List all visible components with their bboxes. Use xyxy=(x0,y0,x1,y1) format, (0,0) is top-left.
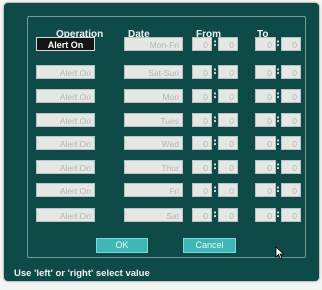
ok-button[interactable]: OK xyxy=(96,238,148,253)
from-hour-field[interactable]: 0 xyxy=(192,208,212,222)
to-minute-field[interactable]: 0 xyxy=(281,183,301,197)
from-minute-field[interactable]: 0 xyxy=(218,160,238,174)
operation-field[interactable]: Alert On xyxy=(36,183,95,197)
from-minute-field[interactable]: 0 xyxy=(218,65,238,79)
to-hour-field[interactable]: 0 xyxy=(255,37,276,51)
schedule-row: Alert On Wed 0 0 0 0:: xyxy=(4,136,322,152)
time-separator: : xyxy=(213,66,217,77)
date-field[interactable]: Wed xyxy=(124,136,183,150)
from-hour-field[interactable]: 0 xyxy=(192,160,212,174)
from-hour-field[interactable]: 0 xyxy=(192,183,212,197)
from-hour-field[interactable]: 0 xyxy=(192,113,212,127)
date-field[interactable]: Thur xyxy=(124,160,183,174)
schedule-row: Alert On Fri 0 0 0 0:: xyxy=(4,183,322,199)
to-hour-field[interactable]: 0 xyxy=(255,208,276,222)
operation-field[interactable]: Alert On xyxy=(36,208,95,222)
schedule-screen: Operation Date From To Alert On Mon-Fri 0 0… xyxy=(4,3,319,281)
operation-field[interactable]: Alert On xyxy=(36,113,95,127)
time-separator: : xyxy=(276,137,280,148)
time-separator: : xyxy=(276,66,280,77)
to-minute-field[interactable]: 0 xyxy=(281,160,301,174)
time-separator: : xyxy=(276,114,280,125)
schedule-row: Alert On Thur 0 0 0 0:: xyxy=(4,160,322,176)
from-hour-field[interactable]: 0 xyxy=(192,136,212,150)
to-hour-field[interactable]: 0 xyxy=(255,136,276,150)
to-hour-field[interactable]: 0 xyxy=(255,160,276,174)
operation-field[interactable]: Alert On xyxy=(36,89,95,103)
schedule-row: Alert On Sat 0 0 0 0:: xyxy=(4,208,322,224)
to-minute-field[interactable]: 0 xyxy=(281,37,301,51)
mouse-pointer-icon xyxy=(275,246,285,260)
from-minute-field[interactable]: 0 xyxy=(218,136,238,150)
time-separator: : xyxy=(276,90,280,101)
date-field[interactable]: Fri xyxy=(124,183,183,197)
date-field[interactable]: Tues xyxy=(124,113,183,127)
cancel-button[interactable]: Cancel xyxy=(183,238,236,253)
schedule-row: Alert On Mon 0 0 0 0:: xyxy=(4,89,322,105)
to-minute-field[interactable]: 0 xyxy=(281,113,301,127)
operation-field[interactable]: Alert On xyxy=(36,37,95,51)
schedule-row: Alert On Sat-Sun 0 0 0 0:: xyxy=(4,65,322,81)
time-separator: : xyxy=(276,209,280,220)
time-separator: : xyxy=(276,184,280,195)
date-field[interactable]: Mon-Fri xyxy=(124,37,183,51)
time-separator: : xyxy=(213,184,217,195)
to-minute-field[interactable]: 0 xyxy=(281,89,301,103)
time-separator: : xyxy=(213,38,217,49)
operation-field[interactable]: Alert On xyxy=(36,160,95,174)
from-hour-field[interactable]: 0 xyxy=(192,89,212,103)
time-separator: : xyxy=(213,137,217,148)
time-separator: : xyxy=(213,161,217,172)
to-minute-field[interactable]: 0 xyxy=(281,65,301,79)
operation-field[interactable]: Alert On xyxy=(36,136,95,150)
from-minute-field[interactable]: 0 xyxy=(218,183,238,197)
schedule-row: Alert On Tues 0 0 0 0:: xyxy=(4,113,322,129)
schedule-row: Alert On Mon-Fri 0 0 0 0:: xyxy=(4,37,322,53)
to-hour-field[interactable]: 0 xyxy=(255,113,276,127)
date-field[interactable]: Mon xyxy=(124,89,183,103)
time-separator: : xyxy=(213,209,217,220)
to-hour-field[interactable]: 0 xyxy=(255,89,276,103)
from-minute-field[interactable]: 0 xyxy=(218,208,238,222)
time-separator: : xyxy=(213,114,217,125)
operation-field[interactable]: Alert On xyxy=(36,65,95,79)
to-minute-field[interactable]: 0 xyxy=(281,136,301,150)
time-separator: : xyxy=(276,161,280,172)
from-minute-field[interactable]: 0 xyxy=(218,113,238,127)
status-hint: Use 'left' or 'right' select value xyxy=(14,268,150,279)
time-separator: : xyxy=(213,90,217,101)
from-minute-field[interactable]: 0 xyxy=(218,89,238,103)
time-separator: : xyxy=(276,38,280,49)
to-hour-field[interactable]: 0 xyxy=(255,183,276,197)
to-hour-field[interactable]: 0 xyxy=(255,65,276,79)
date-field[interactable]: Sat xyxy=(124,208,183,222)
date-field[interactable]: Sat-Sun xyxy=(124,65,183,79)
to-minute-field[interactable]: 0 xyxy=(281,208,301,222)
from-minute-field[interactable]: 0 xyxy=(218,37,238,51)
from-hour-field[interactable]: 0 xyxy=(192,37,212,51)
from-hour-field[interactable]: 0 xyxy=(192,65,212,79)
